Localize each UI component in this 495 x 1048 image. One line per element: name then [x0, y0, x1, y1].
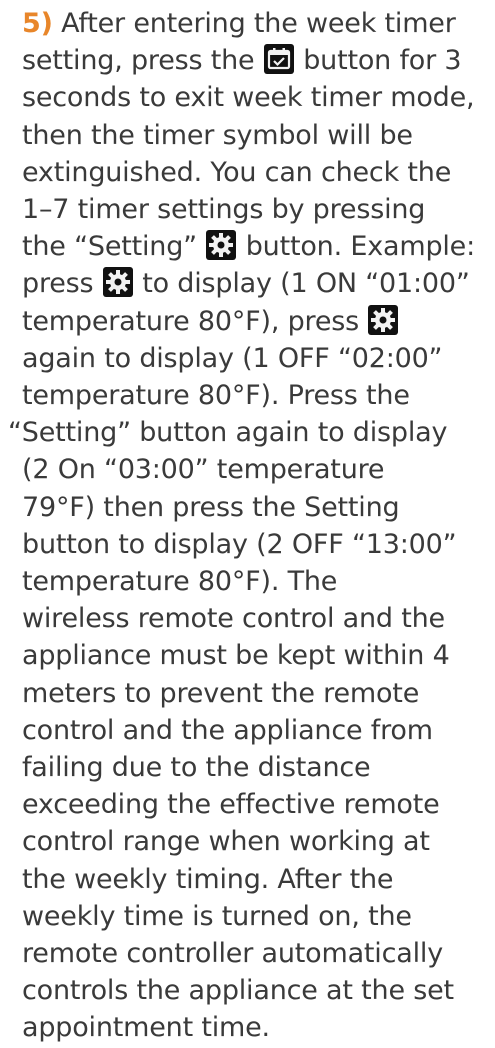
line-text: After entering the week timer	[61, 8, 456, 39]
text-line: then the timer symbol will be	[22, 116, 413, 156]
text-line: meters to prevent the remote	[22, 674, 419, 714]
line-text: the weekly timing. After the	[22, 863, 394, 895]
text-line: 1–7 timer settings by pressing	[22, 190, 425, 230]
text-line: seconds to exit week timer mode,	[22, 78, 475, 118]
line-text: controls the appliance at the set	[22, 975, 454, 1007]
text-line: failing due to the distance	[22, 748, 371, 788]
text-line: 79°F) then press the Setting	[22, 488, 400, 528]
line-text: appointment time.	[22, 1012, 270, 1044]
text-line: temperature 80°F). Press the	[22, 376, 410, 416]
line-text: 79°F) then press the Setting	[22, 491, 400, 523]
line-text: extinguished. You can check the	[22, 156, 452, 188]
text-line: again to display (1 OFF “02:00”	[22, 339, 443, 379]
line-text: setting, press the	[22, 45, 255, 77]
text-line: controls the appliance at the set	[22, 971, 454, 1011]
text-line: 5) After entering the week timer	[22, 4, 456, 44]
line-text: 1–7 timer settings by pressing	[22, 194, 426, 225]
text-line: press to display (1 ON “01:00”	[22, 264, 470, 304]
line-text: press	[22, 268, 94, 300]
gear-icon	[206, 230, 237, 261]
text-line: wireless remote control and the	[22, 599, 445, 639]
text-line: the “Setting” button. Example:	[22, 227, 475, 267]
line-text: button for 3	[303, 45, 462, 77]
text-line: setting, press the button for 3	[22, 41, 462, 81]
text-line: (2 On “03:00” temperature	[22, 450, 385, 490]
text-line: the weekly timing. After the	[22, 860, 394, 900]
gear-icon	[368, 304, 399, 335]
instruction-page: 5) After entering the week timer setting…	[0, 0, 495, 1045]
text-line: temperature 80°F). The	[22, 562, 337, 602]
text-line: control range when working at	[22, 822, 430, 862]
text-line: “Setting” button again to display	[8, 413, 447, 453]
line-text: (2 On “03:00” temperature	[22, 454, 385, 486]
step-number: 5)	[22, 8, 53, 39]
text-line: temperature 80°F), press	[22, 302, 399, 342]
line-text: meters to prevent the remote	[22, 677, 420, 709]
line-text: the “Setting”	[22, 231, 197, 263]
text-line: button to display (2 OFF “13:00”	[22, 525, 457, 565]
line-text: appliance must be kept within 4	[22, 640, 450, 672]
line-text: temperature 80°F). The	[22, 566, 338, 597]
line-text: control range when working at	[22, 826, 430, 858]
line-text: “Setting” button again to display	[8, 417, 448, 449]
text-line: control and the appliance from	[22, 711, 433, 751]
line-text: button to display (2 OFF “13:00”	[22, 528, 457, 560]
line-text: to display (1 ON “01:00”	[142, 268, 470, 300]
line-text: control and the appliance from	[22, 714, 433, 746]
line-text: wireless remote control and the	[22, 603, 445, 635]
line-text: seconds to exit week timer mode,	[22, 82, 475, 114]
calendar-icon	[263, 44, 294, 75]
line-text: then the timer symbol will be	[22, 119, 413, 151]
text-line: extinguished. You can check the	[22, 153, 451, 193]
text-line: weekly time is turned on, the	[22, 897, 412, 937]
line-text: again to display (1 OFF “02:00”	[22, 342, 443, 374]
text-line: appointment time.	[22, 1008, 270, 1048]
text-line: exceeding the effective remote	[22, 785, 440, 825]
line-text: weekly time is turned on, the	[22, 900, 412, 932]
line-text: remote controller automatically	[22, 938, 443, 969]
line-text: button. Example:	[245, 231, 475, 263]
line-text: temperature 80°F), press	[22, 305, 359, 337]
line-text: failing due to the distance	[22, 752, 371, 783]
text-line: appliance must be kept within 4	[22, 636, 450, 676]
line-text: temperature 80°F). Press the	[22, 380, 410, 411]
line-text: exceeding the effective remote	[22, 789, 440, 821]
gear-icon	[102, 267, 133, 298]
text-line: remote controller automatically	[22, 934, 443, 974]
